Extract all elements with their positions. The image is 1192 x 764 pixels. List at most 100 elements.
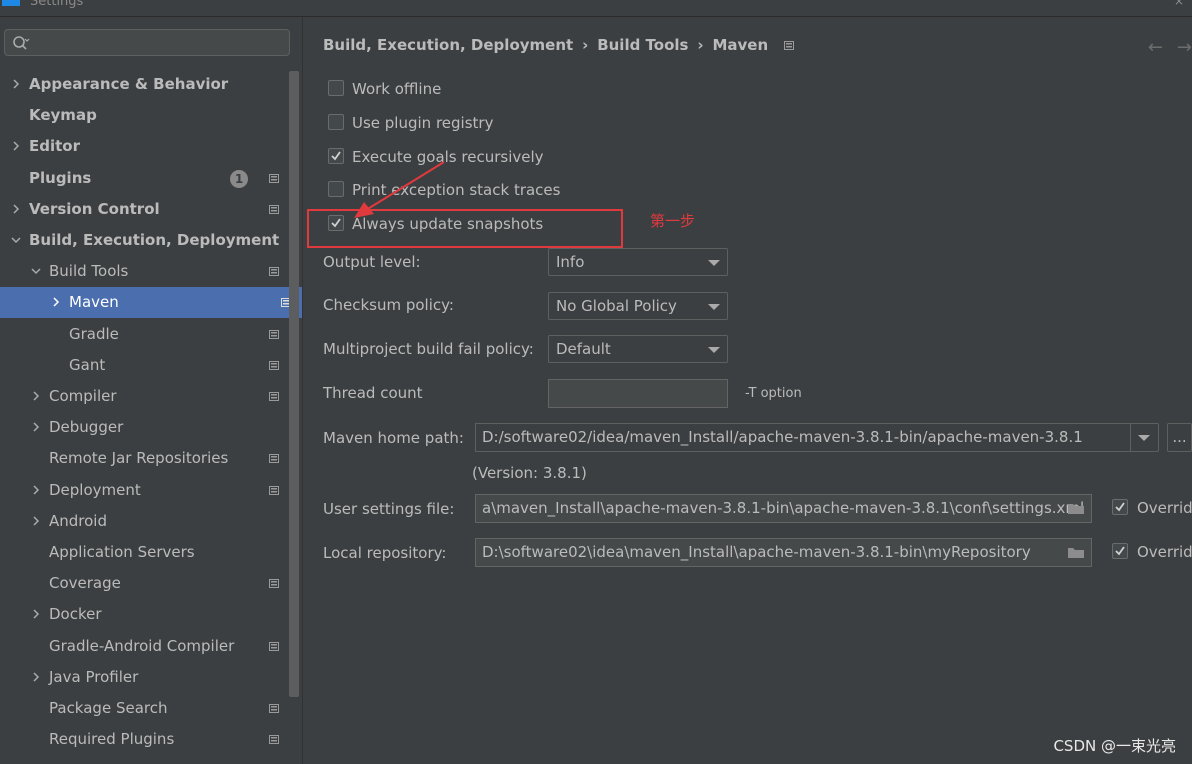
sidebar-item-debugger[interactable]: Debugger: [0, 412, 290, 443]
sidebar-item-label: Coverage: [49, 574, 121, 592]
dropdown-arrow-icon: [708, 347, 720, 353]
chevron-right-icon[interactable]: [30, 599, 42, 630]
sidebar-item-plugins[interactable]: Plugins 1: [0, 163, 290, 194]
thread-count-input[interactable]: [548, 379, 728, 408]
checkmark-icon: [1115, 546, 1125, 556]
folder-icon[interactable]: [1067, 502, 1085, 515]
breadcrumb-separator: ›: [582, 36, 589, 54]
sidebar-item-maven[interactable]: Maven: [0, 287, 302, 318]
checkbox-box[interactable]: [1112, 499, 1128, 515]
project-settings-icon: [269, 642, 279, 651]
sidebar-item-editor[interactable]: Editor: [0, 131, 290, 162]
chevron-right-icon[interactable]: [10, 131, 22, 162]
sidebar-item-build-execution-deployment[interactable]: Build, Execution, Deployment: [0, 225, 290, 256]
maven-home-label: Maven home path:: [323, 429, 464, 447]
sidebar-item-label: Docker: [49, 605, 102, 623]
sidebar-item-android[interactable]: Android: [0, 506, 290, 537]
checksum-policy-dropdown[interactable]: No Global Policy: [548, 292, 728, 320]
chevron-right-icon[interactable]: [10, 194, 22, 225]
chevron-right-icon[interactable]: [50, 287, 62, 318]
local-repository-input[interactable]: D:\software02\idea\maven_Install\apache-…: [475, 538, 1092, 567]
breadcrumb-build-execution[interactable]: Build, Execution, Deployment: [323, 36, 573, 54]
sidebar-item-label: Version Control: [29, 200, 160, 218]
sidebar-scrollbar[interactable]: [289, 71, 299, 697]
window-title: Settings: [30, 0, 84, 9]
chevron-right-icon[interactable]: [30, 475, 42, 506]
chevron-right-icon[interactable]: [30, 506, 42, 537]
work-offline-label: Work offline: [352, 80, 442, 98]
project-settings-icon: [269, 735, 279, 744]
user-settings-value: a\maven_Install\apache-maven-3.8.1-bin\a…: [482, 499, 1085, 517]
project-settings-icon: [269, 361, 279, 370]
search-input[interactable]: [4, 29, 290, 56]
user-settings-input[interactable]: a\maven_Install\apache-maven-3.8.1-bin\a…: [475, 494, 1092, 523]
checkbox-box[interactable]: [328, 114, 344, 130]
maven-home-browse-button[interactable]: ...: [1167, 423, 1192, 452]
project-settings-icon: [269, 205, 279, 214]
project-settings-icon: [269, 330, 279, 339]
sidebar-item-appearance-behavior[interactable]: Appearance & Behavior: [0, 69, 290, 100]
dropdown-arrow-icon: [708, 260, 720, 266]
sidebar-item-version-control[interactable]: Version Control: [0, 194, 290, 225]
sidebar-item-coverage[interactable]: Coverage: [0, 568, 290, 599]
sidebar-item-required-plugins[interactable]: Required Plugins: [0, 724, 290, 755]
maven-settings-panel: Build, Execution, Deployment › Build Tools…: [303, 17, 1192, 764]
sidebar-item-label: Gant: [69, 356, 106, 374]
sidebar-item-application-servers[interactable]: Application Servers: [0, 537, 290, 568]
sidebar-item-label: Gradle: [69, 325, 119, 343]
sidebar-item-keymap[interactable]: Keymap: [0, 100, 290, 131]
sidebar-item-package-search[interactable]: Package Search: [0, 693, 290, 724]
navigation-arrows: ← →: [1134, 37, 1192, 58]
sidebar-item-deployment[interactable]: Deployment: [0, 475, 290, 506]
maven-home-value: D:/software02/idea/maven_Install/apache-…: [482, 428, 1083, 446]
sidebar-item-label: Gradle-Android Compiler: [49, 637, 235, 655]
chevron-down-icon[interactable]: [30, 256, 42, 287]
forward-arrow-icon[interactable]: →: [1177, 37, 1192, 58]
breadcrumb-maven: Maven: [712, 36, 769, 54]
chevron-down-icon[interactable]: [10, 225, 22, 256]
folder-icon[interactable]: [1067, 546, 1085, 559]
sidebar-item-gradle[interactable]: Gradle: [0, 319, 290, 350]
fail-policy-dropdown[interactable]: Default: [548, 335, 728, 363]
breadcrumb-build-tools[interactable]: Build Tools: [597, 36, 688, 54]
sidebar-item-label: Remote Jar Repositories: [49, 449, 229, 467]
override-label: Overrid: [1137, 543, 1192, 561]
back-arrow-icon[interactable]: ←: [1148, 37, 1163, 58]
output-level-dropdown[interactable]: Info: [548, 248, 728, 276]
maven-home-combo[interactable]: D:/software02/idea/maven_Install/apache-…: [475, 423, 1131, 452]
sidebar-item-label: Compiler: [49, 387, 117, 405]
sidebar-item-gradle-android-compiler[interactable]: Gradle-Android Compiler: [0, 631, 290, 662]
sidebar-item-java-profiler[interactable]: Java Profiler: [0, 662, 290, 693]
update-count-badge: 1: [230, 170, 248, 188]
chevron-right-icon[interactable]: [30, 381, 42, 412]
project-settings-icon: [269, 454, 279, 463]
maven-home-dropdown-button[interactable]: [1130, 423, 1159, 452]
project-settings-icon: [269, 486, 279, 495]
local-repository-label: Local repository:: [323, 544, 447, 562]
sidebar-item-compiler[interactable]: Compiler: [0, 381, 290, 412]
thread-count-label: Thread count: [323, 384, 423, 402]
project-settings-icon: [269, 704, 279, 713]
checkmark-icon: [1115, 502, 1125, 512]
chevron-right-icon[interactable]: [30, 412, 42, 443]
chevron-right-icon[interactable]: [10, 69, 22, 100]
sidebar-item-remote-jar-repositories[interactable]: Remote Jar Repositories: [0, 443, 290, 474]
sidebar-item-label: Deployment: [49, 481, 141, 499]
sidebar-item-build-tools[interactable]: Build Tools: [0, 256, 290, 287]
chevron-right-icon[interactable]: [30, 662, 42, 693]
sidebar-item-label: Build, Execution, Deployment: [29, 231, 280, 249]
sidebar-item-label: Maven: [69, 293, 119, 311]
close-icon[interactable]: ×: [1174, 0, 1184, 8]
checkbox-box[interactable]: [1112, 543, 1128, 559]
sidebar-item-label: Debugger: [49, 418, 124, 436]
sidebar-item-gant[interactable]: Gant: [0, 350, 290, 381]
override-label: Overrid: [1137, 499, 1192, 517]
dropdown-arrow-icon: [708, 304, 720, 310]
annotation-step-label: 第一步: [650, 212, 696, 230]
sidebar-item-label: Editor: [29, 137, 80, 155]
title-bar: Settings ×: [0, 0, 1192, 17]
thread-count-hint: -T option: [745, 386, 802, 401]
checkbox-box[interactable]: [328, 80, 344, 96]
search-icon: [13, 36, 30, 50]
sidebar-item-docker[interactable]: Docker: [0, 599, 290, 630]
